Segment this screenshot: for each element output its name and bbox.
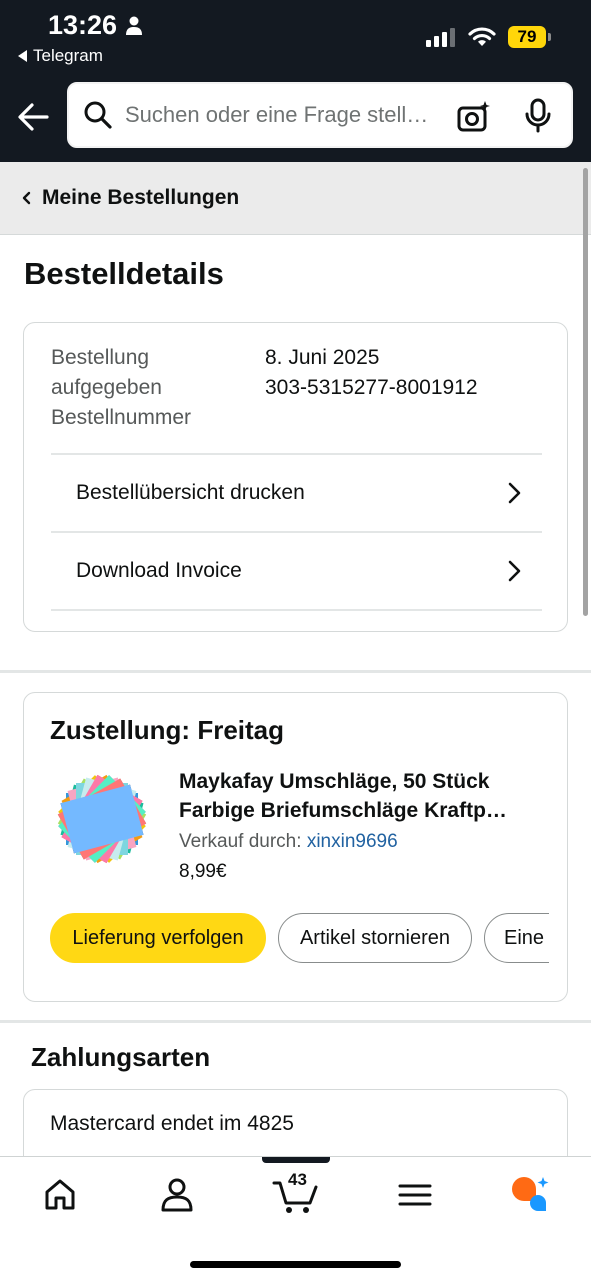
section-divider [0, 1020, 591, 1023]
order-label-line: Bestellnummer [51, 406, 192, 429]
back-arrow-icon[interactable] [16, 100, 50, 134]
section-divider [0, 670, 591, 673]
active-tab-indicator [262, 1157, 330, 1163]
product-price: 8,99€ [179, 861, 227, 882]
order-labels: Bestellung aufgegeben Bestellnummer [51, 343, 251, 433]
print-summary-row[interactable]: Bestellübersicht drucken [51, 453, 542, 531]
scrollbar[interactable] [583, 168, 588, 616]
track-delivery-button[interactable]: Lieferung verfolgen [50, 913, 266, 963]
battery-level: 79 [508, 26, 546, 48]
download-invoice-label: Download Invoice [76, 559, 242, 582]
seller-info: Verkauf durch: xinxin9696 [179, 831, 398, 853]
back-triangle-icon [18, 50, 27, 62]
scroll-fade [549, 908, 567, 968]
breadcrumb-label: Meine Bestellungen [42, 186, 240, 209]
home-icon[interactable] [40, 1175, 80, 1215]
order-number: 303-5315277-8001912 [265, 376, 478, 399]
search-icon [84, 101, 112, 129]
divider [51, 609, 542, 611]
signal-icon [426, 28, 455, 47]
product-title-line: Maykafay Umschläge, 50 Stück [179, 770, 490, 793]
print-summary-label: Bestellübersicht drucken [76, 481, 305, 504]
status-indicators: 79 [426, 26, 551, 48]
camera-search-icon[interactable] [457, 100, 491, 134]
payment-title: Zahlungsarten [31, 1042, 211, 1072]
top-header: 13:26 Telegram 79 [0, 0, 591, 162]
wifi-icon [468, 27, 496, 46]
download-invoice-row[interactable]: Download Invoice [51, 531, 542, 609]
battery-icon: 79 [508, 26, 551, 48]
menu-icon[interactable] [395, 1175, 435, 1215]
seller-prefix: Verkauf durch: [179, 831, 302, 852]
page-title: Bestelldetails [24, 256, 224, 291]
chevron-right-icon [508, 560, 521, 582]
breadcrumb[interactable]: Meine Bestellungen [0, 162, 591, 235]
person-icon [126, 16, 143, 35]
product-title[interactable]: Maykafay Umschläge, 50 Stück Farbige Bri… [179, 767, 549, 825]
order-label-line: aufgegeben [51, 376, 162, 399]
order-summary-card: Bestellung aufgegeben Bestellnummer 8. J… [23, 322, 568, 632]
delivery-title: Zustellung: Freitag [50, 715, 284, 745]
clock: 13:26 [48, 10, 118, 40]
seller-link[interactable]: xinxin9696 [307, 831, 398, 852]
product-title-line: Farbige Briefumschläge Kraftp… [179, 799, 507, 822]
home-indicator[interactable] [190, 1261, 401, 1268]
cancel-item-button[interactable]: Artikel stornieren [278, 913, 472, 963]
rufus-assistant-icon[interactable] [510, 1175, 550, 1215]
bottom-navigation: 43 [0, 1156, 591, 1280]
status-time: 13:26 [48, 10, 143, 41]
account-icon[interactable] [157, 1175, 197, 1215]
microphone-icon[interactable] [523, 98, 553, 134]
search-bar[interactable] [67, 82, 573, 148]
cart-count: 43 [288, 1170, 307, 1189]
order-label-line: Bestellung [51, 346, 150, 369]
product-image[interactable] [50, 767, 154, 871]
chevron-left-icon [22, 191, 31, 205]
chevron-right-icon [508, 482, 521, 504]
order-values: 8. Juni 2025 303-5315277-8001912 [265, 343, 478, 403]
back-to-app[interactable]: Telegram [18, 46, 103, 66]
payment-method: Mastercard endet im 4825 [50, 1112, 294, 1135]
back-app-label: Telegram [33, 46, 103, 65]
delivery-card: Zustellung: Freitag Maykafay Umschläge, … [23, 692, 568, 1002]
order-date: 8. Juni 2025 [265, 346, 380, 369]
search-input[interactable] [125, 102, 443, 128]
